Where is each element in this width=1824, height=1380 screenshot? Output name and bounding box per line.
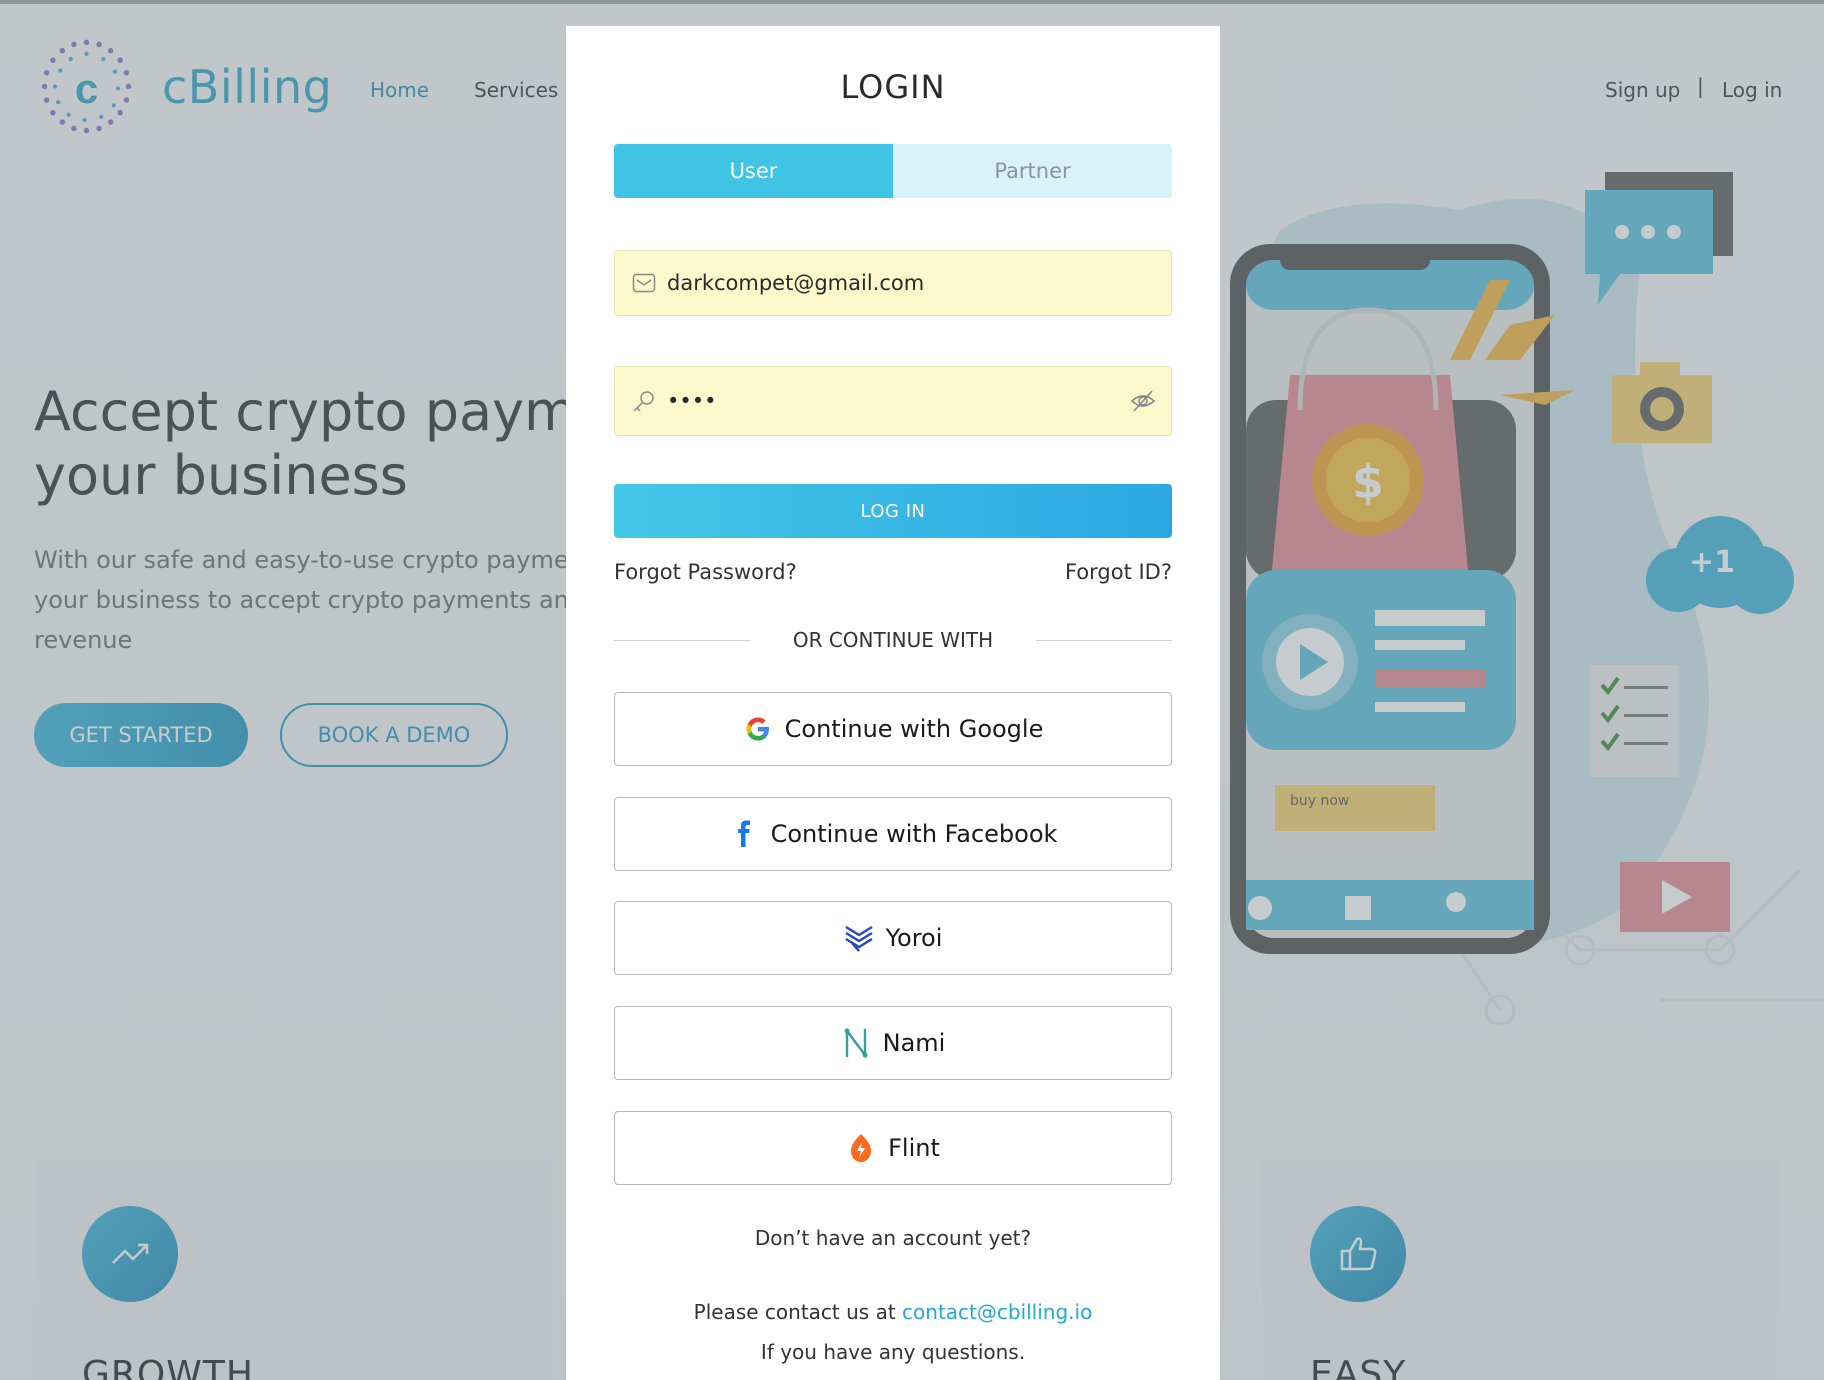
- contact-email-link[interactable]: contact@cbilling.io: [902, 1300, 1092, 1324]
- password-value: ••••: [667, 389, 717, 413]
- continue-yoroi-button[interactable]: Yoroi: [614, 901, 1172, 975]
- email-value: darkcompet@gmail.com: [667, 271, 925, 295]
- eye-off-icon[interactable]: [1129, 387, 1157, 415]
- contact-prefix: Please contact us at: [693, 1300, 903, 1324]
- forgot-password-link[interactable]: Forgot Password?: [614, 560, 797, 584]
- email-field[interactable]: darkcompet@gmail.com: [614, 250, 1172, 316]
- continue-google-label: Continue with Google: [784, 715, 1044, 743]
- tab-user[interactable]: User: [614, 144, 893, 198]
- nami-label: Nami: [882, 1029, 946, 1057]
- questions-text: If you have any questions.: [760, 1340, 1026, 1364]
- continue-facebook-label: Continue with Facebook: [770, 820, 1058, 848]
- nami-icon: [841, 1027, 871, 1059]
- flint-icon: [846, 1133, 876, 1163]
- yoroi-label: Yoroi: [885, 924, 943, 952]
- password-field[interactable]: ••••: [614, 366, 1172, 436]
- contact-text: Please contact us at contact@cbilling.io: [566, 1300, 1220, 1324]
- no-account-text: Don’t have an account yet?: [754, 1226, 1032, 1250]
- divider-line-right: [1036, 640, 1172, 641]
- tab-partner[interactable]: Partner: [893, 144, 1172, 198]
- google-icon: [743, 714, 773, 744]
- yoroi-icon: [844, 923, 874, 953]
- forgot-id-link[interactable]: Forgot ID?: [1065, 560, 1172, 584]
- envelope-icon: [631, 270, 657, 296]
- login-button[interactable]: LOG IN: [614, 484, 1172, 538]
- continue-google-button[interactable]: Continue with Google: [614, 692, 1172, 766]
- login-title: LOGIN: [840, 68, 946, 106]
- login-tabs: User Partner: [614, 144, 1172, 198]
- facebook-icon: [729, 819, 759, 849]
- login-modal: LOGIN User Partner darkcompet@gmail.com …: [566, 26, 1220, 1380]
- flint-label: Flint: [888, 1134, 940, 1162]
- continue-facebook-button[interactable]: Continue with Facebook: [614, 797, 1172, 871]
- continue-nami-button[interactable]: Nami: [614, 1006, 1172, 1080]
- key-icon: [631, 388, 657, 414]
- or-divider: OR CONTINUE WITH: [614, 626, 1172, 654]
- continue-flint-button[interactable]: Flint: [614, 1111, 1172, 1185]
